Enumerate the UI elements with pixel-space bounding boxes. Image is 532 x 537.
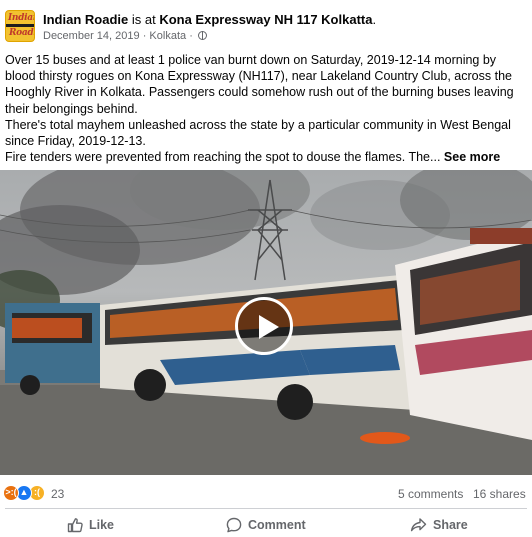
engagement-stats: >:( ▲ :( 23 5 comments 16 shares [0,482,532,504]
see-more-link[interactable]: See more [444,150,500,164]
actions-divider [5,508,527,509]
location-link[interactable]: Kona Expressway NH 117 Kolkatta [159,12,372,27]
post-place-link[interactable]: Kolkata [149,30,186,42]
avatar-logo-stripe [6,24,34,27]
post-actions: Like Comment Share [0,512,532,537]
like-label: Like [89,518,115,532]
post-header: Indian Roadie Indian Roadie is at Kona E… [0,0,532,50]
comments-count-link[interactable]: 5 comments [398,487,463,501]
post-text-paragraph: Fire tenders were prevented from reachin… [5,149,527,165]
post-text-truncated: Fire tenders were prevented from reachin… [5,150,441,165]
globe-icon [197,31,207,40]
shares-count-link[interactable]: 16 shares [473,487,526,501]
page-avatar[interactable]: Indian Roadie [5,10,35,42]
comment-bubble-icon [226,517,242,533]
reaction-count[interactable]: 23 [51,487,64,501]
title-connector: is at [128,12,160,27]
meta-separator: · [189,30,196,42]
angry-reaction-icon[interactable]: >:( [3,485,19,501]
post-date-link[interactable]: December 14, 2019 [43,30,140,42]
post-title: Indian Roadie is at Kona Expressway NH 1… [43,12,376,28]
thumbs-up-icon [67,518,83,533]
post-body: Over 15 buses and at least 1 police van … [5,52,527,165]
comment-label: Comment [248,518,306,532]
video-player[interactable] [0,170,532,475]
comment-button[interactable]: Comment [226,514,306,536]
play-button[interactable] [235,297,293,355]
share-button[interactable]: Share [410,514,468,536]
post-text-paragraph: There's total mayhem unleashed across th… [5,117,511,149]
post-text-paragraph: Over 15 buses and at least 1 police van … [5,53,514,116]
share-arrow-icon [410,518,427,532]
post-meta: December 14, 2019 · Kolkata · [43,29,207,43]
page-name-link[interactable]: Indian Roadie [43,12,128,27]
avatar-logo-text-bottom: Roadie [9,28,34,38]
avatar-logo-text-top: Indian [8,13,34,23]
title-period: . [372,12,377,27]
like-button[interactable]: Like [67,514,114,536]
share-label: Share [433,518,468,532]
